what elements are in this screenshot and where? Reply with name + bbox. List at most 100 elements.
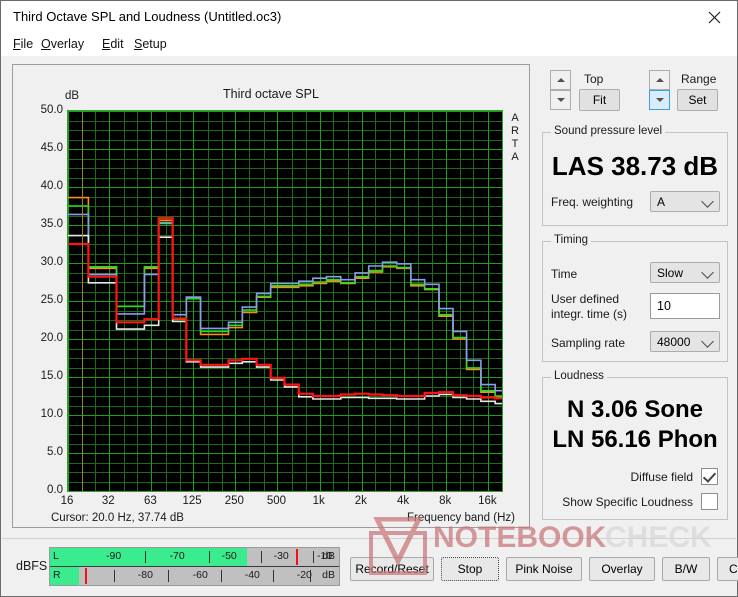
meter-row-left: L dB -90 -70 -50 -30 -10 bbox=[50, 548, 339, 566]
x-tick-label: 32 bbox=[101, 495, 115, 507]
timing-group-title: Timing bbox=[551, 234, 592, 246]
sampling-rate-label: Sampling rate bbox=[551, 336, 626, 350]
meter-row-right: R dB -80 -60 -40 -20 bbox=[50, 567, 339, 585]
meter-right-channel: R bbox=[53, 569, 61, 581]
freq-weighting-select[interactable]: A bbox=[650, 191, 720, 212]
button-stop[interactable]: Stop bbox=[441, 557, 499, 581]
y-tick-label: 15.0 bbox=[40, 370, 63, 382]
button-b-w[interactable]: B/W bbox=[662, 557, 710, 581]
x-tick-label: 63 bbox=[144, 495, 157, 507]
chevron-down-icon bbox=[556, 98, 565, 102]
dbfs-label: dBFS bbox=[16, 559, 48, 573]
grid-line-v bbox=[502, 111, 503, 491]
sampling-rate-value: 48000 bbox=[657, 334, 691, 349]
x-axis-caption: Frequency band (Hz) bbox=[406, 512, 515, 524]
spl-traces bbox=[68, 196, 502, 405]
range-label: Range bbox=[681, 72, 717, 86]
menu-bar: File Overlay Edit Setup bbox=[1, 33, 737, 56]
menu-item-file[interactable]: File bbox=[13, 37, 33, 51]
top-label: Top bbox=[584, 72, 604, 86]
show-specific-loudness-label: Show Specific Loudness bbox=[562, 495, 693, 509]
menu-item-setup[interactable]: Setup bbox=[134, 37, 167, 51]
y-tick-label: 10.0 bbox=[40, 408, 63, 420]
y-tick-label: 45.0 bbox=[40, 142, 63, 154]
meter-tick bbox=[272, 570, 274, 582]
y-tick-label: 50.0 bbox=[40, 104, 63, 116]
grid-line-h bbox=[68, 491, 502, 492]
x-tick-label: 16k bbox=[478, 495, 497, 507]
button-pink-noise[interactable]: Pink Noise bbox=[506, 557, 582, 581]
meter-tick bbox=[310, 570, 312, 582]
x-tick-label: 250 bbox=[224, 495, 244, 507]
meter-scale-label: -10 bbox=[316, 550, 333, 562]
button-record-reset[interactable]: Record/Reset bbox=[350, 557, 434, 581]
button-copy[interactable]: Copy bbox=[717, 557, 738, 581]
x-tick-label: 500 bbox=[266, 495, 287, 507]
meter-scale-label: -40 bbox=[244, 569, 260, 581]
arta-branding: ARTA bbox=[511, 112, 519, 163]
loudness-sone-value: N 3.06 Sone bbox=[566, 396, 704, 423]
chart-title: Third octave SPL bbox=[223, 87, 319, 101]
loudness-group-title: Loudness bbox=[551, 370, 607, 382]
meter-scale-label: -60 bbox=[192, 569, 208, 581]
meter-scale-label: -50 bbox=[221, 550, 237, 562]
button-overlay[interactable]: Overlay bbox=[589, 557, 655, 581]
close-icon[interactable] bbox=[691, 1, 737, 33]
meter-right-unit: dB bbox=[322, 569, 335, 581]
spl-group-title: Sound pressure level bbox=[551, 125, 666, 137]
window-title: Third Octave SPL and Loudness (Untitled.… bbox=[13, 9, 282, 24]
time-label: Time bbox=[551, 267, 578, 281]
top-fit-button[interactable]: Fit bbox=[579, 89, 620, 111]
client-area: dB Third octave SPL ARTA 50.0 45.0 40.0 35.… bbox=[2, 56, 736, 539]
meter-tick bbox=[260, 551, 262, 563]
integr-time-label-2: integr. time (s) bbox=[551, 307, 628, 321]
spl-value: LAS 38.73 dB bbox=[551, 151, 719, 181]
chevron-down-icon bbox=[655, 98, 664, 102]
meter-scale-label: -80 bbox=[137, 569, 153, 581]
menu-item-edit[interactable]: Edit bbox=[102, 37, 124, 51]
top-spinner[interactable] bbox=[550, 70, 571, 110]
menu-item-overlay[interactable]: Overlay bbox=[41, 37, 84, 51]
bottom-bar: dBFS L dB -90 -70 -50 -30 -10 R dB -80 -60 -40… bbox=[2, 538, 738, 595]
freq-weighting-label: Freq. weighting bbox=[551, 195, 634, 209]
meter-left-fill bbox=[50, 548, 247, 566]
meter-tick bbox=[220, 570, 222, 582]
meter-tick bbox=[168, 570, 170, 582]
chevron-down-icon bbox=[701, 265, 714, 279]
meter-tick bbox=[208, 551, 210, 563]
range-spinner-down[interactable] bbox=[649, 90, 670, 110]
integr-time-input[interactable]: 10 bbox=[650, 293, 720, 319]
sampling-rate-select[interactable]: 48000 bbox=[650, 331, 720, 352]
x-tick-label: 2k bbox=[354, 495, 367, 507]
dbfs-level-meter[interactable]: L dB -90 -70 -50 -30 -10 R dB -80 -60 -40 -20 bbox=[49, 547, 340, 586]
diffuse-field-label: Diffuse field bbox=[630, 470, 693, 484]
top-spinner-down[interactable] bbox=[550, 90, 571, 110]
range-set-button[interactable]: Set bbox=[677, 89, 718, 111]
diffuse-field-checkbox[interactable] bbox=[701, 468, 718, 485]
title-bar: Third Octave SPL and Loudness (Untitled.… bbox=[1, 1, 737, 33]
y-tick-label: 40.0 bbox=[40, 180, 63, 192]
y-tick-label: 5.0 bbox=[47, 446, 63, 458]
graph-panel: dB Third octave SPL ARTA 50.0 45.0 40.0 35.… bbox=[12, 64, 530, 528]
trace-blue bbox=[68, 213, 502, 392]
top-spinner-up[interactable] bbox=[550, 70, 571, 90]
range-spinner-up[interactable] bbox=[649, 70, 670, 90]
x-tick-label: 125 bbox=[182, 495, 202, 507]
grid-line-h bbox=[68, 491, 502, 492]
spl-plot[interactable] bbox=[67, 110, 503, 492]
trace-green bbox=[68, 205, 502, 397]
chevron-down-icon bbox=[701, 334, 714, 348]
cursor-readout: Cursor: 20.0 Hz, 37.74 dB bbox=[51, 512, 184, 524]
trace-red bbox=[68, 217, 502, 400]
freq-weighting-value: A bbox=[657, 194, 666, 209]
range-spinner[interactable] bbox=[649, 70, 670, 110]
x-tick-label: 4k bbox=[396, 495, 410, 507]
chevron-down-icon bbox=[701, 194, 714, 208]
loudness-phon-value: LN 56.16 Phon bbox=[552, 426, 718, 453]
transport-button-row: Record/Reset Stop Pink Noise Overlay B/W Copy bbox=[350, 549, 738, 583]
time-select[interactable]: Slow bbox=[650, 262, 720, 283]
meter-tick bbox=[113, 570, 115, 582]
close-glyph bbox=[708, 11, 720, 23]
show-specific-loudness-checkbox[interactable] bbox=[701, 493, 718, 510]
y-tick-label: 20.0 bbox=[40, 332, 63, 344]
